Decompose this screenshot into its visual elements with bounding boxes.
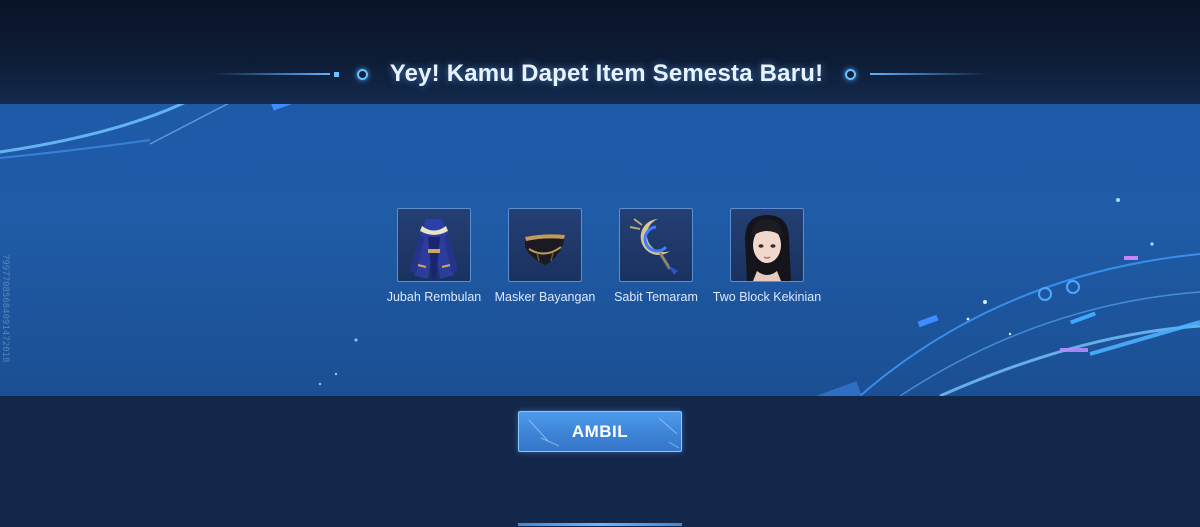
title-right-line — [870, 73, 989, 75]
reward-item-label: Masker Bayangan — [494, 290, 596, 304]
hairstyle-portrait-icon — [730, 208, 804, 282]
title-left-dot — [356, 68, 368, 80]
reward-items: Jubah Rembulan Masker Bayangan Sabit Tem… — [384, 208, 828, 304]
page-title: Yey! Kamu Dapet Item Semesta Baru! — [389, 60, 824, 87]
reward-item-label: Two Block Kekinian — [712, 290, 822, 304]
reward-item-label: Jubah Rembulan — [386, 290, 482, 304]
reward-item-sabit-temaram[interactable]: Sabit Temaram — [606, 208, 706, 304]
reward-item-masker-bayangan[interactable]: Masker Bayangan — [495, 208, 595, 304]
title-left-dash — [333, 71, 339, 77]
robe-icon — [397, 208, 471, 282]
title-banner: Yey! Kamu Dapet Item Semesta Baru! — [0, 52, 1200, 96]
reward-item-two-block-kekinian[interactable]: Two Block Kekinian — [713, 208, 821, 304]
mask-icon — [508, 208, 582, 282]
reward-item-label: Sabit Temaram — [614, 290, 698, 304]
side-code: 79977085684091472018 — [0, 254, 10, 363]
crescent-scythe-icon — [619, 208, 693, 282]
reward-item-jubah-rembulan[interactable]: Jubah Rembulan — [384, 208, 484, 304]
bottom-indicator-bar — [518, 523, 682, 526]
claim-button[interactable]: AMBIL — [518, 411, 682, 452]
claim-button-label: AMBIL — [571, 421, 629, 441]
title-right-dot — [845, 68, 857, 80]
title-left-line — [211, 73, 330, 75]
